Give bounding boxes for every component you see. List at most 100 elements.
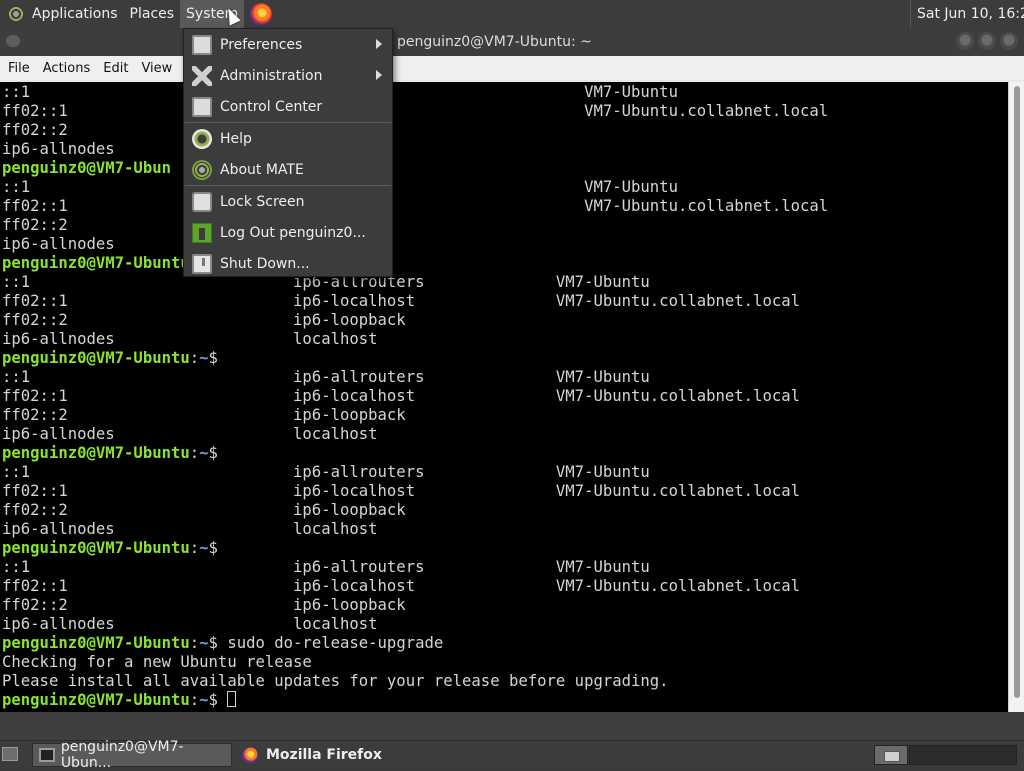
help-icon <box>192 129 212 149</box>
prompt-command: sudo do-release-upgrade <box>217 634 444 652</box>
menu-item-administration[interactable]: Administration <box>184 61 392 91</box>
terminal-prompt-line: penguinz0@VM7-Ubuntu:~$ <box>2 691 237 710</box>
window-controls <box>956 32 1018 50</box>
prompt-user: penguinz0@VM7-Ubuntu <box>2 539 190 557</box>
terminal-output-line: ff02::1 ip6-localhost VM7-Ubuntu.collabn… <box>2 292 800 310</box>
terminal-output-line: ip6-allnodes localhost <box>2 330 378 348</box>
submenu-arrow-icon <box>376 70 382 80</box>
terminal-prompt-line: penguinz0@VM7-Ubuntu:~$ <box>2 539 218 558</box>
prompt-sep: $ <box>208 444 218 462</box>
menu-item-help[interactable]: Help <box>184 124 392 154</box>
terminal-output-line: ff02::1 ip6-localhost VM7-Ubuntu.collabn… <box>2 387 800 405</box>
prompt-sep: : <box>189 634 200 652</box>
prompt-dir: ~ <box>199 349 209 367</box>
workspace-1[interactable] <box>874 745 908 765</box>
control-center-icon <box>192 97 212 117</box>
terminal-prompt-line: penguinz0@VM7-Ubun <box>2 159 171 178</box>
menu-item-label: Administration <box>220 68 323 84</box>
taskbar-firefox[interactable]: Mozilla Firefox <box>236 743 496 767</box>
top-panel: Applications Places System Sat Jun 10, 1… <box>0 0 1024 28</box>
terminal-output-line: ff02::2 ip6-loopback <box>2 406 406 424</box>
maximize-button[interactable] <box>978 32 996 50</box>
menu-separator <box>185 122 391 123</box>
close-button[interactable] <box>1000 32 1018 50</box>
places-menu[interactable]: Places <box>124 0 181 28</box>
taskbar-terminal[interactable]: penguinz0@VM7-Ubun... <box>32 739 232 771</box>
prompt-sep: $ <box>208 539 218 557</box>
task-label: Mozilla Firefox <box>266 747 382 763</box>
window-menu-icon[interactable] <box>6 35 20 47</box>
terminal-output-line: ::1 ip6-allrouters VM7-Ubuntu <box>2 558 650 576</box>
workspace-2[interactable] <box>909 745 1017 765</box>
menu-item-lock-screen[interactable]: Lock Screen <box>184 187 392 217</box>
menu-item-label: About MATE <box>220 162 304 178</box>
terminal-scrollbar[interactable] <box>1008 82 1024 712</box>
menu-item-label: Log Out penguinz0... <box>220 225 366 241</box>
terminal-cursor <box>227 691 237 707</box>
menu-item-label: Lock Screen <box>220 194 305 210</box>
menu-item-label: Preferences <box>220 37 303 53</box>
menu-item-preferences[interactable]: Preferences <box>184 30 392 60</box>
terminal-output[interactable]: ::1 ters VM7-Ubuntuff02::1 st VM7-Ubuntu… <box>0 82 1008 712</box>
mate-logo-icon[interactable] <box>6 4 26 24</box>
firefox-icon <box>242 747 258 763</box>
terminal-output-line: Checking for a new Ubuntu release <box>2 653 312 671</box>
prompt-user: penguinz0@VM7-Ubuntu <box>2 634 190 652</box>
firefox-launcher-icon[interactable] <box>250 3 273 25</box>
terminal-output-line: Please install all available updates for… <box>2 672 669 690</box>
terminal-output-line: ip6-allnodes localhost <box>2 520 378 538</box>
menu-separator <box>185 185 391 186</box>
terminal-output-line: ff02::2 ip6-loopback <box>2 311 406 329</box>
prompt-user: penguinz0@VM7-Ubuntu <box>2 254 190 272</box>
menu-item-shut-down[interactable]: Shut Down... <box>184 249 392 279</box>
prompt-sep: $ <box>208 349 218 367</box>
terminal-output-line: ip6-allnodes <box>2 235 115 253</box>
title-bar[interactable]: penguinz0@VM7-Ubuntu: ~ <box>0 28 1024 56</box>
menu-item-label: Help <box>220 131 252 147</box>
menu-edit[interactable]: Edit <box>98 61 133 76</box>
prompt-sep: : <box>189 349 200 367</box>
terminal-output-line: ::1 ip6-allrouters VM7-Ubuntu <box>2 463 650 481</box>
menu-item-label: Control Center <box>220 99 323 115</box>
terminal-output-line: ip6-allnodes localhost <box>2 615 378 633</box>
terminal-output-line: ::1 ip6-allrouters VM7-Ubuntu <box>2 368 650 386</box>
preferences-icon <box>192 35 212 55</box>
terminal-output-line: ff02::2 ip6-loopback <box>2 596 406 614</box>
scrollbar-thumb[interactable] <box>1014 86 1020 698</box>
clock[interactable]: Sat Jun 10, 16:20 <box>910 0 1024 28</box>
mate-logo-icon <box>192 160 212 180</box>
prompt-user: penguinz0@VM7-Ubun <box>2 159 171 177</box>
window-title: penguinz0@VM7-Ubuntu: ~ <box>397 34 592 50</box>
terminal-prompt-line: penguinz0@VM7-Ubuntu:~$ <box>2 349 218 368</box>
terminal-prompt-line: penguinz0@VM7-Ubuntu:~$ <box>2 444 218 463</box>
prompt-dir: ~ <box>199 539 209 557</box>
menu-file[interactable]: File <box>3 61 35 76</box>
prompt-command <box>218 691 227 709</box>
prompt-sep: $ <box>208 634 218 652</box>
terminal-output-line: ff02::1 st VM7-Ubuntu.collabnet.local <box>2 102 829 120</box>
prompt-sep: : <box>189 539 200 557</box>
terminal-output-line: ip6-allnodes <box>2 140 115 158</box>
terminal-output-line: ff02::1 ip6-localhost VM7-Ubuntu.collabn… <box>2 577 800 595</box>
menu-item-control-center[interactable]: Control Center <box>184 92 392 122</box>
menu-item-log-out[interactable]: Log Out penguinz0... <box>184 218 392 248</box>
terminal-output-line: ip6-allnodes localhost <box>2 425 378 443</box>
bottom-panel: penguinz0@VM7-Ubun... Mozilla Firefox <box>0 739 1024 771</box>
administration-icon <box>192 66 212 86</box>
prompt-sep: : <box>189 691 200 709</box>
menu-item-label: Shut Down... <box>220 256 310 272</box>
terminal-icon <box>39 748 55 762</box>
prompt-dir: ~ <box>199 691 209 709</box>
minimize-button[interactable] <box>956 32 974 50</box>
prompt-user: penguinz0@VM7-Ubuntu <box>2 444 190 462</box>
menu-actions[interactable]: Actions <box>38 61 96 76</box>
menu-item-about-mate[interactable]: About MATE <box>184 155 392 185</box>
applications-menu[interactable]: Applications <box>26 0 124 28</box>
lock-screen-icon <box>192 192 212 212</box>
prompt-sep: $ <box>208 691 218 709</box>
menu-view[interactable]: View <box>136 61 177 76</box>
prompt-user: penguinz0@VM7-Ubuntu <box>2 691 190 709</box>
submenu-arrow-icon <box>376 39 382 49</box>
show-desktop-icon[interactable] <box>2 747 18 761</box>
shutdown-icon <box>192 254 212 274</box>
